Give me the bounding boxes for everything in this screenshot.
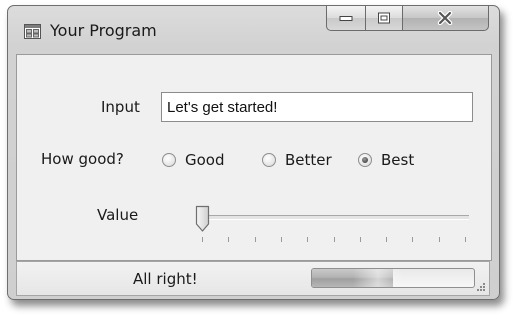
minimize-button[interactable] — [326, 6, 366, 31]
radio-good-dot[interactable] — [162, 153, 176, 167]
slider-tick — [254, 237, 256, 242]
slider-tick — [228, 237, 230, 242]
status-bar: All right! — [16, 261, 490, 296]
slider-tick — [359, 237, 361, 242]
title-bar[interactable]: Your Program — [8, 6, 499, 54]
radio-best-dot[interactable] — [358, 153, 372, 167]
progress-glow — [352, 269, 403, 287]
status-progress-bar — [311, 268, 475, 288]
maximize-button[interactable] — [365, 6, 403, 31]
close-button[interactable] — [402, 6, 490, 31]
value-slider[interactable] — [195, 205, 469, 251]
slider-tick — [386, 237, 388, 242]
slider-track[interactable] — [201, 215, 469, 220]
radio-best-label: Best — [381, 151, 415, 169]
minimize-icon — [339, 16, 353, 21]
slider-tick — [333, 237, 335, 242]
status-text: All right! — [133, 270, 198, 288]
application-window-icon[interactable] — [24, 24, 41, 39]
caption-buttons — [326, 6, 490, 32]
app-window: Your Program Input Let's get started! Ho… — [7, 5, 500, 300]
slider-tick — [465, 237, 466, 242]
input-label: Input — [101, 98, 140, 116]
radio-best[interactable]: Best — [358, 150, 414, 170]
slider-tick — [280, 237, 282, 242]
slider-thumb[interactable] — [195, 205, 210, 233]
slider-tick — [438, 237, 440, 242]
input-field[interactable] — [161, 92, 473, 122]
maximize-icon — [377, 12, 390, 24]
radio-better-label: Better — [285, 151, 332, 169]
close-icon — [438, 11, 453, 25]
radio-better[interactable]: Better — [262, 150, 332, 170]
slider-tick — [412, 237, 414, 242]
resize-grip-icon[interactable] — [475, 281, 486, 292]
window-title: Your Program — [50, 21, 157, 40]
form-client-area: Input How good? Good Better Best Value — [16, 54, 492, 261]
radio-good-label: Good — [185, 151, 225, 169]
rating-label: How good? — [41, 150, 124, 168]
radio-better-dot[interactable] — [262, 153, 276, 167]
value-label: Value — [97, 206, 139, 224]
slider-tick — [202, 237, 203, 242]
radio-good[interactable]: Good — [162, 150, 225, 170]
slider-tick — [307, 237, 309, 242]
